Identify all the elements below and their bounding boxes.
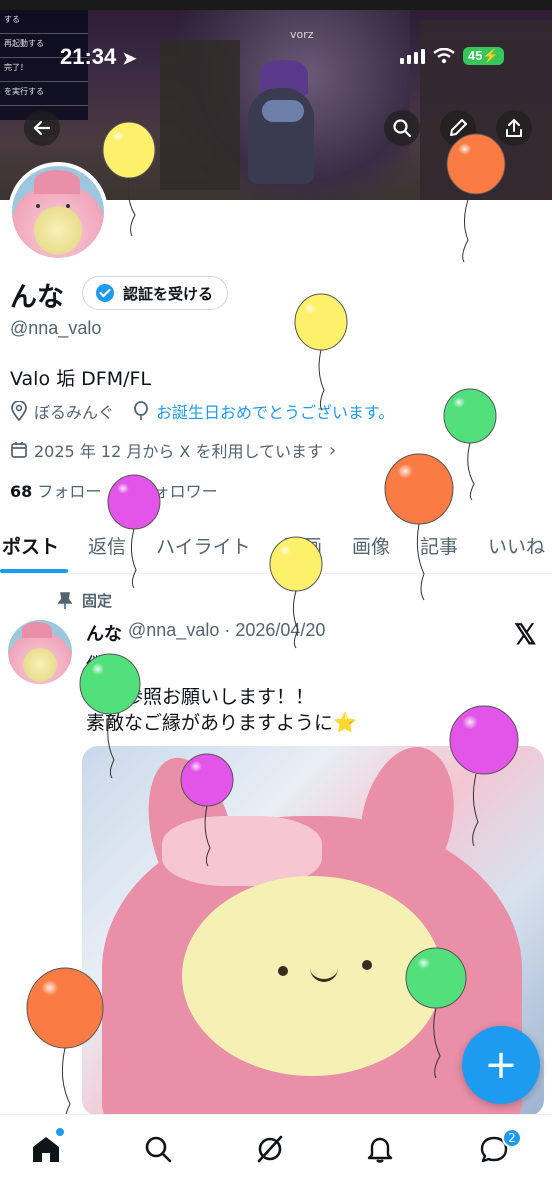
search-button[interactable] — [384, 110, 420, 146]
plus-icon: + — [484, 1042, 518, 1088]
x-logo-icon: 𝕏 — [514, 619, 537, 650]
tab-articles[interactable]: 記事 — [420, 532, 458, 559]
post-author-name[interactable]: んな — [86, 620, 122, 646]
panel-line: する — [0, 10, 88, 34]
avatar-eye — [66, 204, 70, 208]
followers-link[interactable]: 3 フォロワー — [121, 478, 217, 502]
share-icon — [506, 118, 522, 137]
post-handle-date: @nna_valo · 2026/04/20 — [128, 620, 326, 640]
search-icon — [145, 1136, 172, 1163]
profile-bio: Valo 垢 DFM/FL — [10, 368, 152, 390]
status-time: 21:34 ➤ — [60, 44, 137, 70]
panel-line: を実行する — [0, 82, 88, 106]
grok-icon — [257, 1135, 283, 1163]
tab-posts[interactable]: ポスト — [2, 532, 59, 559]
profile-handle: @nna_valo — [10, 318, 102, 338]
chevron-right-icon: › — [329, 439, 337, 461]
back-arrow-icon — [33, 120, 51, 136]
profile-tabs: ポスト 返信 ハイライト 動画 画像 記事 いいね — [0, 524, 552, 574]
home-icon — [33, 1137, 59, 1162]
bottom-navigation — [0, 1114, 552, 1200]
get-verified-button[interactable]: 認証を受ける — [82, 276, 229, 310]
post-text-line: 僕 — [86, 654, 106, 676]
compose-post-button[interactable]: + — [462, 1026, 540, 1104]
post-header: んな @nna_valo · 2026/04/20 — [86, 620, 325, 646]
home-unread-dot — [56, 1128, 64, 1136]
plush-eye — [362, 960, 372, 970]
following-label: フォロー — [37, 482, 102, 501]
plush-bow — [162, 816, 322, 886]
search-icon — [393, 119, 412, 138]
avatar-hood — [22, 622, 52, 638]
followers-label: フォロワー — [137, 482, 218, 501]
tab-images[interactable]: 画像 — [352, 532, 390, 559]
messages-badge: 2 — [502, 1128, 522, 1148]
avatar-hood — [34, 170, 80, 194]
profile-name: んな — [10, 282, 64, 313]
profile-meta-row: ぼるみんぐ お誕生日おめでとうございます。 — [10, 398, 394, 424]
banner-top-edge — [0, 0, 552, 10]
banner-sign-text: vorz — [290, 28, 314, 41]
banner-shelf — [160, 40, 240, 190]
pin-icon — [58, 591, 72, 609]
plush-eye — [278, 966, 288, 976]
bell-icon — [367, 1137, 393, 1163]
battery-level: 45 — [468, 48, 483, 63]
pinned-label: 固定 — [82, 592, 113, 610]
edit-pencil-icon — [450, 119, 467, 136]
follow-stats: 68 フォロー 3 フォロワー — [10, 478, 218, 502]
tab-likes[interactable]: いいね — [488, 532, 545, 559]
post-text-line: 参照お願いします！！ — [124, 686, 315, 708]
verified-badge-icon — [96, 284, 114, 302]
nav-search[interactable] — [138, 1129, 178, 1169]
nav-notifications[interactable] — [360, 1129, 400, 1169]
active-tab-indicator — [0, 569, 68, 573]
followers-count: 3 — [121, 482, 133, 501]
balloon-icon — [134, 401, 148, 420]
tab-replies[interactable]: 返信 — [88, 532, 126, 559]
tab-videos[interactable]: 動画 — [284, 532, 322, 559]
calendar-icon — [11, 442, 27, 458]
profile-avatar[interactable] — [8, 162, 108, 262]
post-author-avatar[interactable] — [8, 620, 72, 684]
wifi-icon — [433, 48, 455, 64]
following-link[interactable]: 68 フォロー — [10, 478, 101, 502]
edit-button[interactable] — [440, 110, 476, 146]
battery-indicator: 45⚡ — [463, 47, 504, 65]
profile-joined-date: 2025 年 12 月から X を利用しています — [34, 442, 323, 461]
balloon-icon — [443, 388, 497, 501]
location-pin-icon — [11, 401, 27, 421]
get-verified-label: 認証を受ける — [123, 284, 214, 303]
pinned-indicator: 固定 — [58, 590, 112, 611]
location-arrow-icon: ➤ — [122, 49, 137, 68]
avatar-eye — [36, 204, 40, 208]
share-button[interactable] — [496, 110, 532, 146]
following-count: 68 — [10, 482, 33, 501]
profile-location: ぼるみんぐ — [34, 403, 115, 422]
profile-birthday-message[interactable]: お誕生日おめでとうございます。 — [156, 399, 394, 423]
balloon-icon — [294, 293, 348, 411]
cellular-signal-icon — [400, 48, 425, 64]
crewmate-visor — [262, 100, 304, 122]
status-indicators: 45⚡ — [400, 47, 504, 65]
post-text-line: 素敵なご縁がありますように⭐ — [86, 712, 357, 734]
profile-joined-row[interactable]: 2025 年 12 月から X を利用しています › — [10, 437, 336, 463]
nav-grok[interactable] — [250, 1129, 290, 1169]
tab-highlights[interactable]: ハイライト — [156, 532, 251, 559]
status-time-text: 21:34 — [60, 44, 117, 69]
back-button[interactable] — [24, 110, 60, 146]
